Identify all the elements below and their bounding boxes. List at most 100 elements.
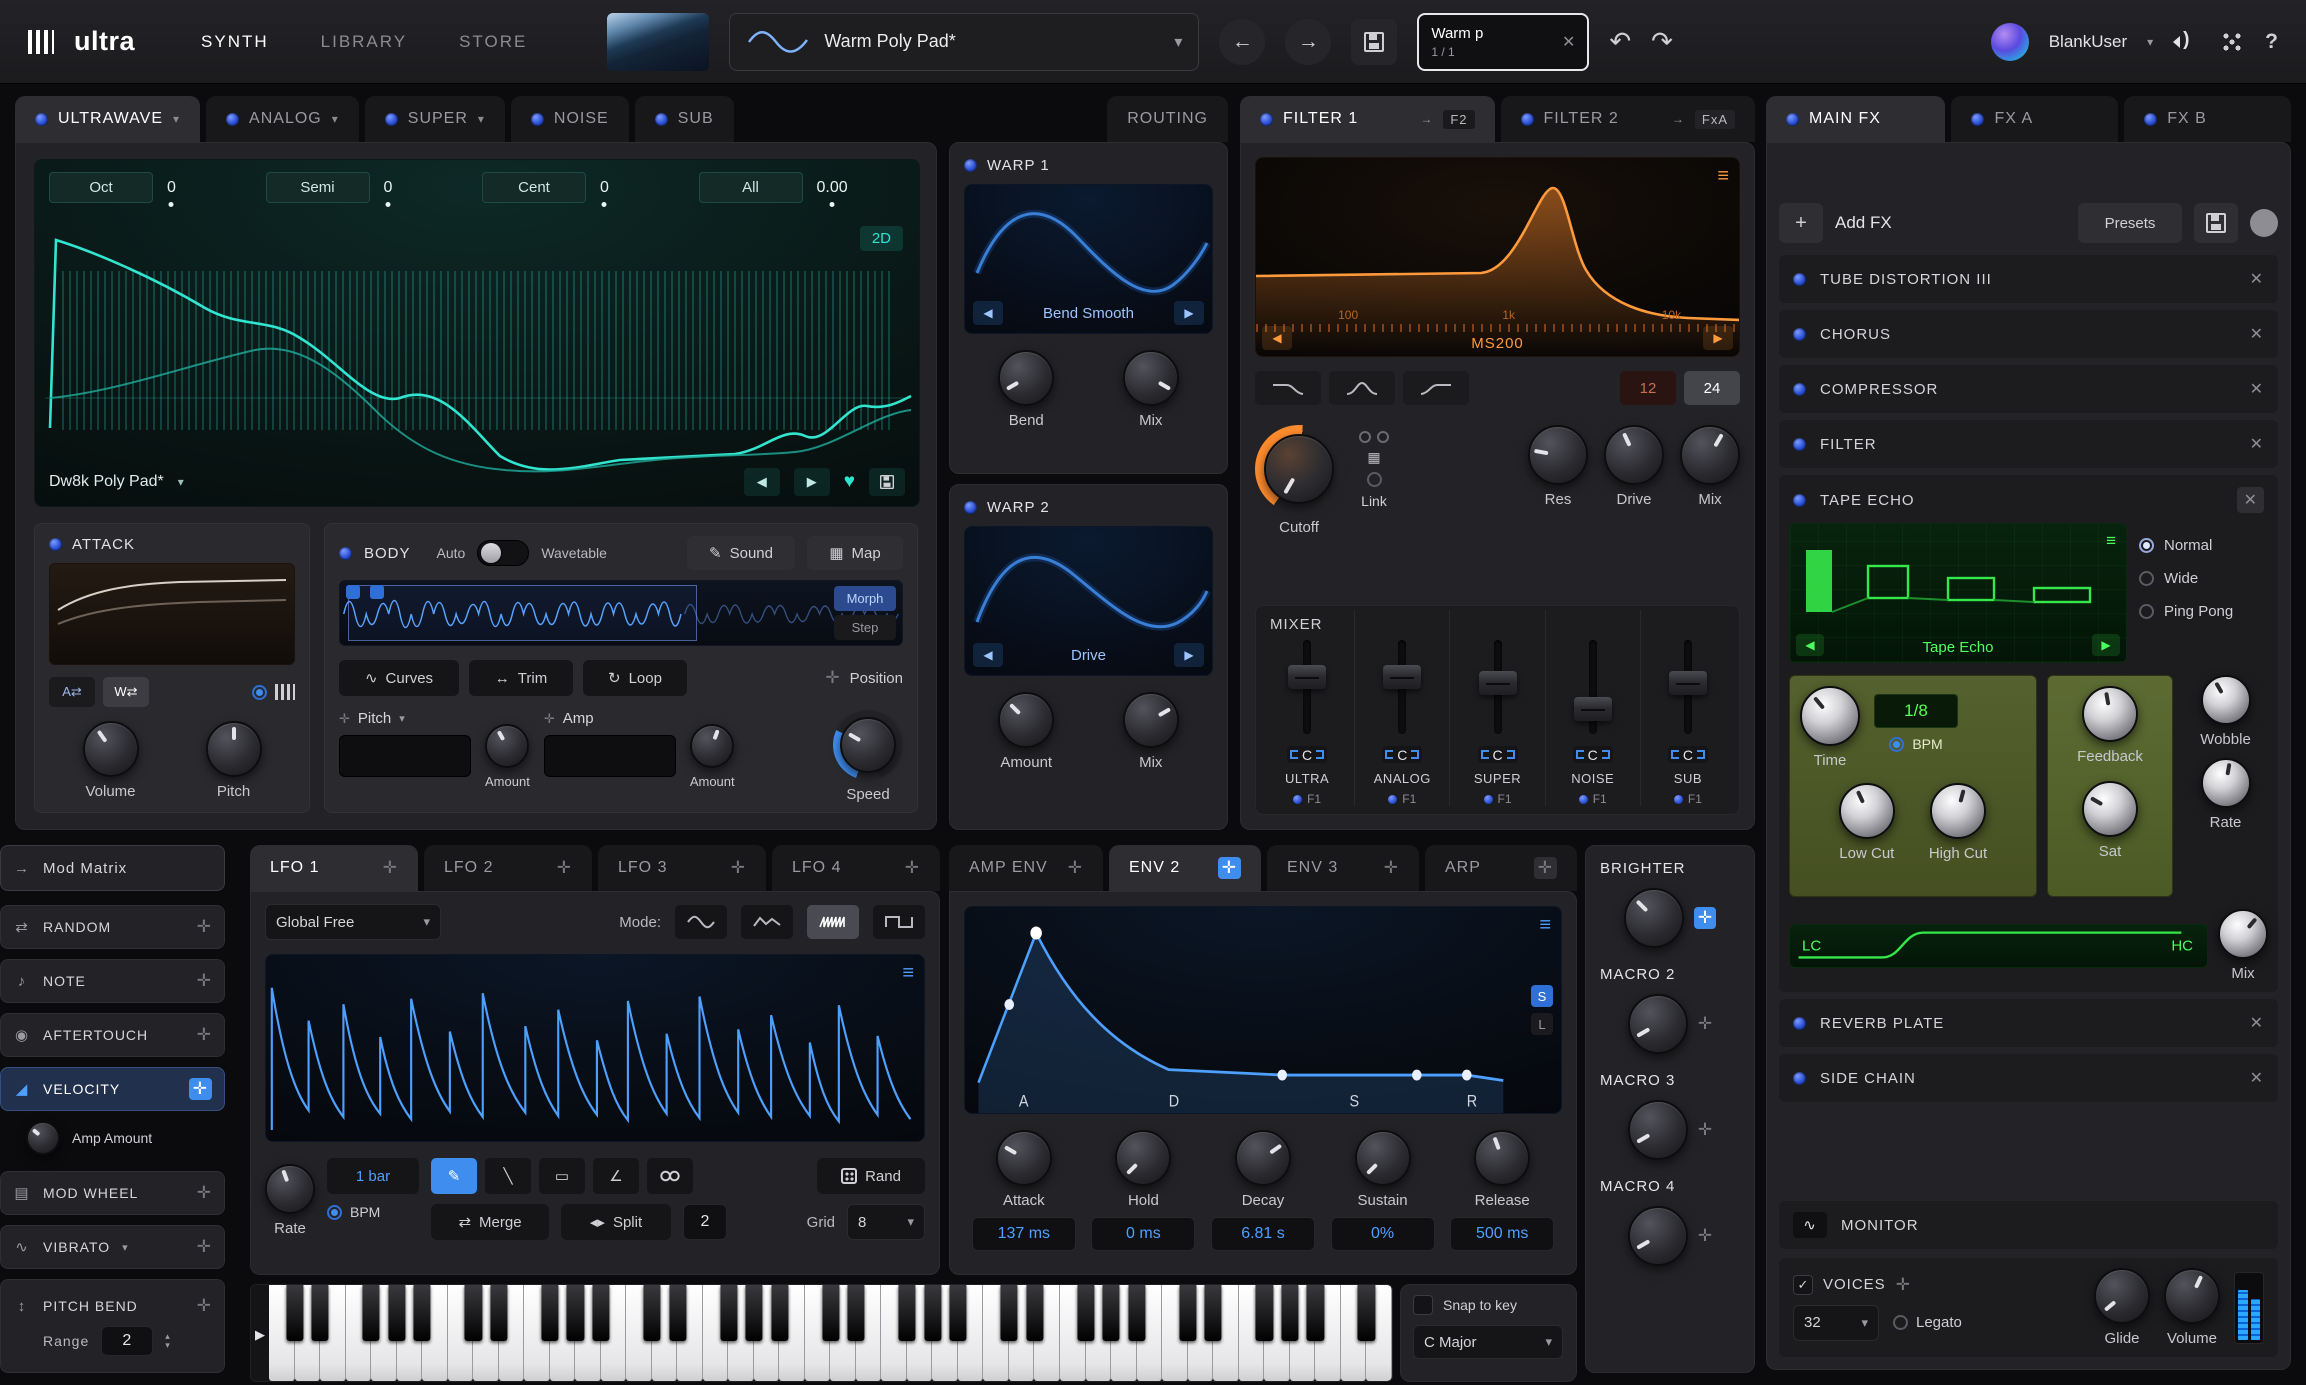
lfo-mode-square-button[interactable]: [873, 905, 925, 939]
master-volume-knob[interactable]: [2164, 1268, 2220, 1324]
black-key[interactable]: [924, 1285, 941, 1341]
mod-row-note[interactable]: ♪ NOTE ✛: [0, 959, 225, 1003]
lfo-mode-random-button[interactable]: [741, 905, 793, 939]
channel-filter-badge[interactable]: F1: [1293, 792, 1321, 806]
remove-fx-icon[interactable]: ✕: [2237, 487, 2264, 513]
black-key[interactable]: [1103, 1285, 1120, 1341]
tab-arp[interactable]: ARP ✛: [1425, 845, 1577, 891]
sub-c-button[interactable]: C: [1668, 746, 1708, 763]
move-icon[interactable]: ✛: [197, 1296, 212, 1316]
snap-checkbox[interactable]: [1413, 1295, 1433, 1315]
move-icon[interactable]: ✛: [1698, 1226, 1712, 1246]
move-icon[interactable]: ✛: [1218, 857, 1241, 879]
tab-super[interactable]: SUPER ▾: [365, 96, 505, 142]
remove-fx-icon[interactable]: ✕: [2250, 324, 2264, 344]
menu-icon[interactable]: ≡: [1717, 166, 1729, 186]
prev-wavetable-button[interactable]: ◀: [744, 468, 780, 496]
macro1-knob[interactable]: [1624, 888, 1684, 948]
split-value[interactable]: 2: [683, 1204, 727, 1240]
osc-enable-dot[interactable]: [655, 113, 668, 126]
keyboard-scroll-marker[interactable]: ▶: [255, 1327, 265, 1343]
tab-lfo1[interactable]: LFO 1 ✛: [250, 845, 418, 891]
black-key[interactable]: [771, 1285, 788, 1341]
res-knob[interactable]: [1528, 425, 1588, 485]
move-icon[interactable]: ✛: [197, 1025, 212, 1045]
tab-noise[interactable]: NOISE: [511, 96, 629, 142]
fx-item-side-chain[interactable]: SIDE CHAIN ✕: [1779, 1054, 2278, 1102]
save-preset-button[interactable]: [1351, 19, 1397, 65]
warp1-enable-dot[interactable]: [964, 159, 977, 172]
close-icon[interactable]: ✕: [1562, 32, 1575, 52]
semi-value[interactable]: 0: [384, 179, 393, 197]
remove-fx-icon[interactable]: ✕: [2250, 434, 2264, 454]
move-icon[interactable]: ✛: [197, 917, 212, 937]
fx-item-filter[interactable]: FILTER ✕: [1779, 420, 2278, 468]
feedback-knob[interactable]: [2082, 686, 2138, 742]
tab-env2[interactable]: ENV 2 ✛: [1109, 845, 1261, 891]
speaker-icon[interactable]: [2173, 31, 2199, 53]
fx-save-button[interactable]: [2194, 203, 2238, 243]
legato-toggle[interactable]: Legato: [1893, 1314, 1962, 1331]
prev-preset-button[interactable]: ←: [1219, 19, 1265, 65]
lfo-sync-dropdown[interactable]: Global Free▾: [265, 904, 441, 940]
fx-enable-dot[interactable]: [1793, 328, 1806, 341]
fx-enable-dot[interactable]: [1793, 438, 1806, 451]
filter-display[interactable]: ≡ 100 1k 10k MS200 ◀ ▶: [1255, 157, 1740, 357]
black-key[interactable]: [541, 1285, 558, 1341]
slope-12-button[interactable]: 12: [1620, 371, 1676, 405]
tab-lfo3[interactable]: LFO 3 ✛: [598, 845, 766, 891]
fx-item-reverb-plate[interactable]: REVERB PLATE ✕: [1779, 999, 2278, 1047]
tape-echo-display[interactable]: ≡ ◀ ▶ Tape Echo: [1789, 523, 2127, 663]
apps-dots-icon[interactable]: [2219, 29, 2245, 55]
macro2-knob[interactable]: [1628, 994, 1688, 1054]
super-c-button[interactable]: C: [1478, 746, 1518, 763]
tab-routing[interactable]: ROUTING: [1107, 96, 1228, 142]
tab-fx-b[interactable]: FX B: [2124, 96, 2291, 142]
env-sustain-knob[interactable]: [1355, 1130, 1411, 1186]
black-key[interactable]: [1281, 1285, 1298, 1341]
strip-marker[interactable]: [346, 585, 360, 599]
fx-enable-dot[interactable]: [1793, 1072, 1806, 1085]
menu-icon[interactable]: ≡: [1539, 915, 1551, 935]
time-knob[interactable]: [1800, 686, 1860, 746]
move-icon[interactable]: ✛: [197, 971, 212, 991]
black-key[interactable]: [899, 1285, 916, 1341]
move-icon[interactable]: ✛: [189, 1078, 212, 1100]
randomize-button[interactable]: Rand: [817, 1158, 925, 1194]
nav-store[interactable]: STORE: [459, 32, 527, 52]
filter2-route-badge[interactable]: FxA: [1695, 110, 1735, 129]
all-label[interactable]: All: [699, 172, 803, 203]
black-key[interactable]: [643, 1285, 660, 1341]
pitch-mod-label[interactable]: Pitch: [358, 710, 391, 727]
warp1-mode-name[interactable]: Bend Smooth: [1003, 305, 1174, 322]
move-icon[interactable]: ✛: [557, 858, 572, 878]
env-decay-value[interactable]: 6.81 s: [1211, 1217, 1315, 1251]
warp2-mode-name[interactable]: Drive: [1003, 647, 1174, 664]
filter-model-name[interactable]: MS200: [1256, 335, 1739, 352]
warp2-amount-knob[interactable]: [998, 692, 1054, 748]
analog-level-slider[interactable]: [1383, 665, 1421, 689]
highpass-shape-button[interactable]: [1403, 371, 1469, 405]
move-icon[interactable]: ✛: [1068, 858, 1083, 878]
loop-button[interactable]: ↻ Loop: [583, 660, 687, 696]
move-icon[interactable]: ✛: [544, 711, 555, 727]
move-icon[interactable]: ✛: [1698, 1014, 1712, 1034]
tape-lc-hc-display[interactable]: LC HC: [1789, 924, 2208, 968]
tape-echo-title[interactable]: TAPE ECHO: [1820, 492, 1915, 509]
channel-filter-badge[interactable]: F1: [1674, 792, 1702, 806]
env-sync-badge[interactable]: S: [1531, 985, 1553, 1007]
fx-enable-dot[interactable]: [2144, 113, 2157, 126]
chevron-down-icon[interactable]: ▾: [478, 112, 485, 126]
link-radio[interactable]: [1367, 472, 1382, 487]
black-key[interactable]: [1026, 1285, 1043, 1341]
env-hold-knob[interactable]: [1115, 1130, 1171, 1186]
redo-button[interactable]: ↷: [1651, 26, 1673, 57]
attack-display[interactable]: [49, 563, 295, 665]
fx-enable-dot[interactable]: [1793, 1017, 1806, 1030]
move-icon[interactable]: ✛: [825, 668, 839, 688]
chevron-down-icon[interactable]: ▾: [173, 112, 180, 126]
filter-prev-button[interactable]: ◀: [1262, 326, 1292, 350]
mod-row-pitch-bend[interactable]: ↕ PITCH BEND ✛ Range 2 ▴▾: [0, 1279, 225, 1373]
env-hold-value[interactable]: 0 ms: [1091, 1217, 1195, 1251]
move-icon[interactable]: ✛: [1698, 1120, 1712, 1140]
